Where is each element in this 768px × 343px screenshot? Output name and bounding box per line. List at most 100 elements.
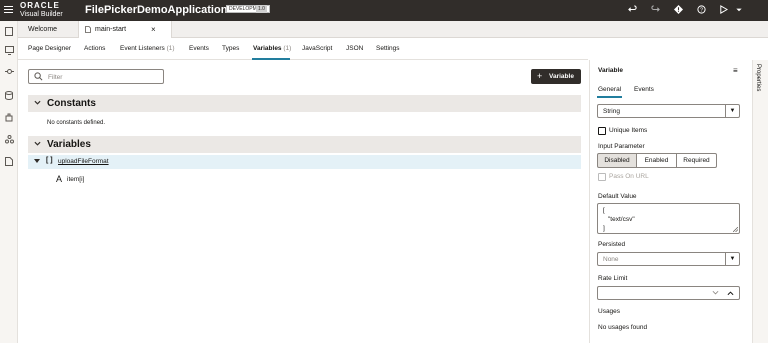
subtab-json[interactable]: JSON	[346, 45, 363, 52]
monitor-icon[interactable]	[4, 46, 14, 56]
code-line: [	[603, 207, 605, 214]
variables-title: Variables	[47, 139, 91, 150]
audits-icon[interactable]	[674, 5, 683, 16]
add-variable-label: Variable	[549, 73, 574, 80]
code-line: ]	[603, 225, 605, 232]
constants-section-header[interactable]: Constants	[28, 95, 581, 112]
subtab-page-designer[interactable]: Page Designer	[28, 45, 71, 52]
product-name: Visual Builder	[20, 11, 63, 18]
variable-row[interactable]: [ ] uploadFileFormat	[28, 155, 581, 169]
app-title: FilePickerDemoApplication	[85, 4, 228, 16]
unique-items-label: Unique Items	[609, 127, 648, 134]
user-menu-chevron-icon[interactable]	[736, 5, 742, 16]
panel-menu-icon[interactable]: ≡	[733, 66, 738, 75]
tab-main-start-label: main-start	[95, 26, 127, 33]
subtab-label: Event Listeners	[120, 45, 165, 52]
redo-icon[interactable]	[651, 5, 660, 16]
chevron-down-icon[interactable]: ▼	[725, 253, 739, 265]
variable-row[interactable]: A item[i]	[28, 173, 581, 187]
rate-limit-label: Rate Limit	[598, 275, 628, 282]
chevron-down-icon	[34, 99, 41, 108]
subtab-label: Events	[189, 45, 209, 52]
editor-tab-bar: Welcome main-start ×	[18, 21, 768, 38]
app-header: ORACLE Visual Builder FilePickerDemoAppl…	[0, 0, 768, 21]
resize-handle-icon[interactable]	[733, 227, 738, 232]
panel-title: Variable	[598, 67, 623, 74]
variable-name[interactable]: uploadFileFormat	[58, 158, 109, 165]
oracle-logo: ORACLE Visual Builder	[20, 2, 63, 19]
input-required-option[interactable]: Required	[676, 153, 717, 168]
subtab-javascript[interactable]: JavaScript	[302, 45, 332, 52]
chevron-up-icon[interactable]	[727, 290, 734, 298]
chevron-down-icon[interactable]	[712, 290, 719, 298]
version-badge: 1.0	[256, 5, 267, 13]
tab-events[interactable]: Events	[634, 86, 654, 93]
subtab-label: Actions	[84, 45, 106, 52]
filter-input[interactable]: Filter	[28, 69, 164, 84]
help-icon[interactable]: ?	[697, 5, 706, 16]
network-icon[interactable]	[4, 67, 14, 77]
designer-sub-tabs: Page Designer Actions Event Listeners (1…	[18, 38, 588, 60]
subtab-label: JavaScript	[302, 45, 333, 52]
component-icon[interactable]	[4, 113, 14, 123]
close-tab-icon[interactable]: ×	[151, 21, 156, 38]
subtab-label: Variables	[253, 45, 282, 52]
filter-placeholder: Filter	[48, 74, 63, 81]
subtab-events[interactable]: Events	[189, 45, 209, 52]
tab-welcome-label: Welcome	[28, 26, 58, 33]
code-line: "text/csv"	[608, 216, 635, 223]
usages-label: Usages	[598, 308, 621, 315]
properties-side-tab-label: Properties	[755, 64, 761, 92]
usages-text: No usages found	[598, 324, 648, 331]
undo-icon[interactable]	[628, 5, 637, 16]
variables-section-header[interactable]: Variables	[28, 136, 581, 153]
subtab-label: JSON	[346, 45, 364, 52]
page-file-icon	[85, 26, 91, 33]
database-icon[interactable]	[4, 91, 14, 101]
subtab-settings[interactable]: Settings	[376, 45, 400, 52]
subtab-variables[interactable]: Variables (1)	[253, 45, 291, 52]
array-type-icon: [ ]	[46, 157, 53, 164]
type-select[interactable]: String ▼	[597, 104, 740, 118]
input-enabled-option[interactable]: Enabled	[636, 153, 677, 168]
properties-panel	[589, 60, 751, 343]
pass-on-url-label: Pass On URL	[609, 173, 649, 180]
tab-main-start[interactable]: main-start ×	[78, 21, 172, 38]
unique-items-checkbox[interactable]	[598, 127, 606, 135]
source-icon[interactable]	[4, 157, 14, 167]
rate-limit-input[interactable]	[597, 286, 740, 300]
persisted-select[interactable]: None ▼	[597, 252, 740, 266]
constants-empty-text: No constants defined.	[47, 120, 106, 126]
active-tab-indicator	[252, 58, 290, 60]
persisted-value: None	[603, 256, 619, 263]
constants-title: Constants	[47, 98, 96, 109]
pages-icon[interactable]	[4, 27, 14, 37]
hamburger-icon[interactable]	[4, 4, 14, 16]
default-value-textarea[interactable]: [ "text/csv" ]	[597, 203, 740, 234]
subtab-count: (1)	[283, 45, 292, 52]
search-icon	[34, 72, 43, 83]
add-variable-button[interactable]: + Variable	[531, 69, 581, 84]
chevron-down-icon[interactable]: ▼	[725, 105, 739, 117]
pass-on-url-checkbox[interactable]	[598, 173, 606, 181]
tab-general[interactable]: General	[598, 86, 621, 93]
string-type-icon: A	[56, 174, 63, 184]
persisted-label: Persisted	[598, 241, 626, 248]
processes-icon[interactable]	[4, 135, 14, 145]
type-value: String	[603, 108, 620, 115]
caret-down-icon[interactable]	[34, 158, 40, 166]
plus-icon: +	[537, 71, 543, 81]
input-parameter-label: Input Parameter	[598, 143, 645, 150]
variable-name[interactable]: item[i]	[67, 176, 84, 183]
subtab-types[interactable]: Types	[222, 45, 239, 52]
input-disabled-option[interactable]: Disabled	[597, 153, 637, 168]
subtab-event-listeners[interactable]: Event Listeners (1)	[120, 45, 175, 52]
default-value-label: Default Value	[598, 193, 637, 200]
tab-welcome[interactable]: Welcome	[28, 21, 57, 38]
properties-side-tab[interactable]: Properties	[752, 60, 768, 343]
general-tab-indicator	[597, 96, 622, 98]
preview-icon[interactable]	[719, 5, 729, 16]
svg-text:?: ?	[700, 8, 703, 14]
subtab-actions[interactable]: Actions	[84, 45, 105, 52]
chevron-down-icon	[34, 140, 41, 149]
